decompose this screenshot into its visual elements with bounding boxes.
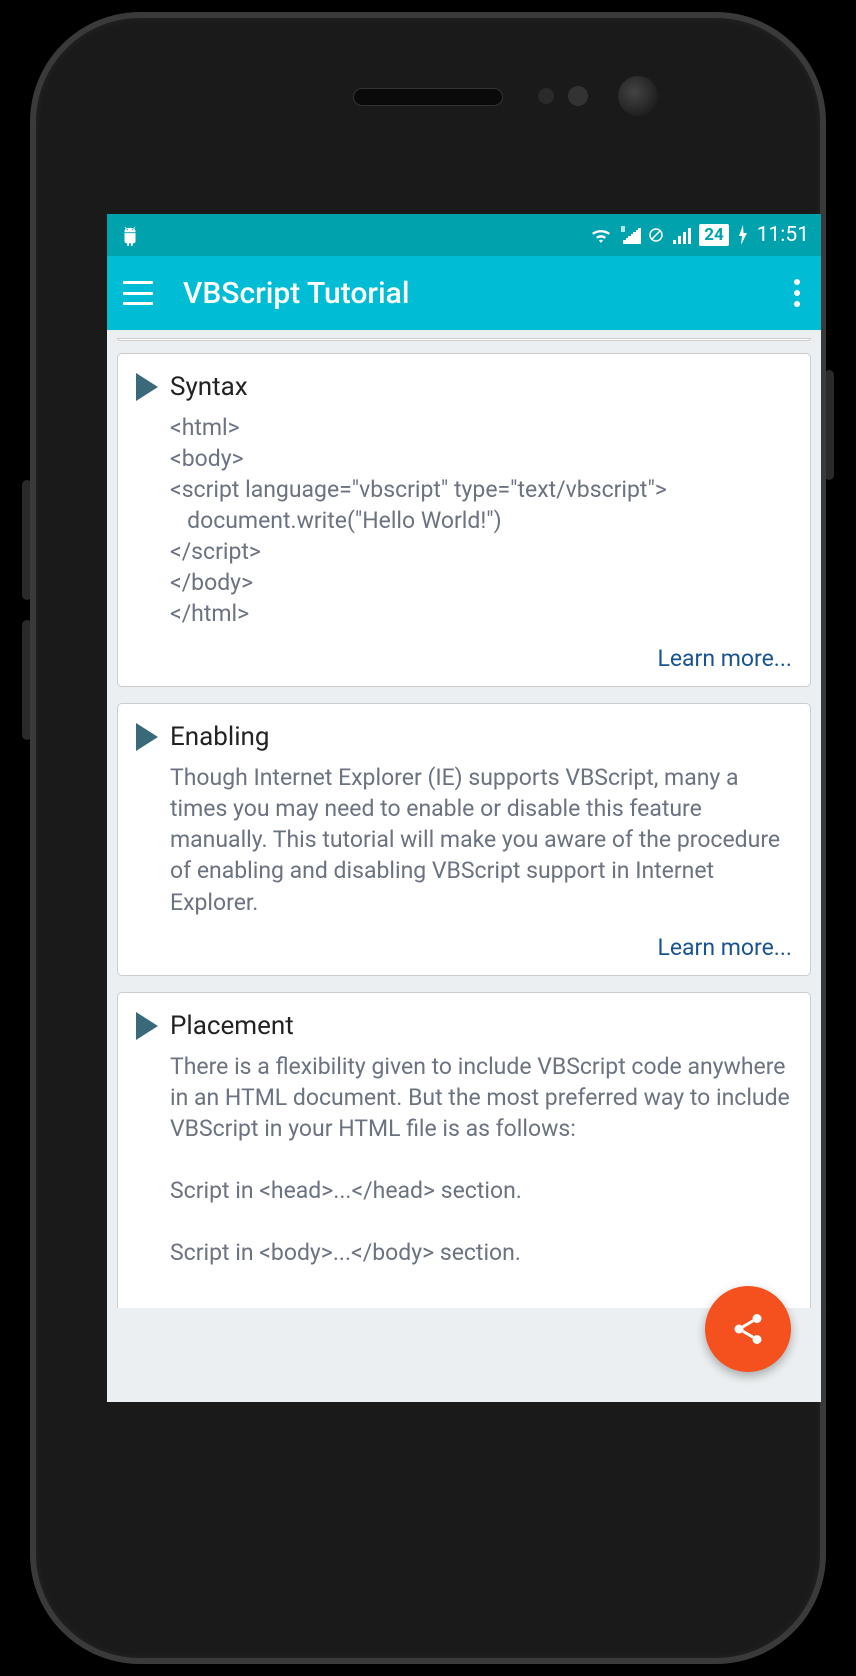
card-title: Syntax [170, 372, 248, 402]
code-line: </html> [170, 598, 792, 629]
card-placement[interactable]: Placement There is a flexibility given t… [117, 992, 811, 1308]
wifi-icon [589, 225, 613, 245]
card-syntax[interactable]: Syntax <html> <body> <script language="v… [117, 353, 811, 687]
play-icon [136, 373, 158, 401]
content-area[interactable]: Syntax <html> <body> <script language="v… [107, 330, 821, 1402]
play-icon [136, 1012, 158, 1040]
card-body: <html> <body> <script language="vbscript… [136, 412, 792, 629]
clock: 11:51 [757, 223, 809, 247]
signal-icon-1 [621, 226, 641, 244]
signal-icon-2 [671, 226, 691, 244]
code-line: </body> [170, 567, 792, 598]
more-options-button[interactable] [789, 274, 805, 312]
screen: 24 11:51 VBScript Tutorial Syn [107, 214, 821, 1402]
app-bar: VBScript Tutorial [107, 256, 821, 330]
phone-sensor [538, 88, 554, 104]
play-icon [136, 723, 158, 751]
code-line: <body> [170, 443, 792, 474]
phone-speaker [353, 88, 503, 106]
status-bar: 24 11:51 [107, 214, 821, 256]
previous-card-edge [117, 338, 811, 341]
card-body: Though Internet Explorer (IE) supports V… [136, 762, 792, 917]
android-icon [119, 224, 141, 246]
placement-line: Script in <body>...</body> section. [170, 1237, 792, 1268]
learn-more-link[interactable]: Learn more... [136, 934, 792, 961]
card-body: There is a flexibility given to include … [136, 1051, 792, 1268]
battery-level: 24 [699, 224, 729, 246]
charging-icon [737, 225, 749, 245]
learn-more-link[interactable]: Learn more... [136, 645, 792, 672]
share-icon [730, 1311, 766, 1347]
placement-line: Script in <head>...</head> section. [170, 1175, 792, 1206]
share-fab[interactable] [705, 1286, 791, 1372]
phone-camera [618, 76, 658, 116]
menu-button[interactable] [123, 281, 153, 305]
card-title: Placement [170, 1011, 294, 1041]
code-line: <script language="vbscript" type="text/v… [170, 474, 792, 505]
code-line: document.write("Hello World!") [170, 505, 792, 536]
code-line: <html> [170, 412, 792, 443]
phone-sensor [568, 86, 588, 106]
code-line: </script> [170, 536, 792, 567]
no-icon [649, 228, 663, 242]
card-body-text: There is a flexibility given to include … [170, 1051, 792, 1144]
card-title: Enabling [170, 722, 269, 752]
card-enabling[interactable]: Enabling Though Internet Explorer (IE) s… [117, 703, 811, 975]
phone-frame: 24 11:51 VBScript Tutorial Syn [30, 12, 826, 1664]
app-title: VBScript Tutorial [183, 276, 789, 311]
